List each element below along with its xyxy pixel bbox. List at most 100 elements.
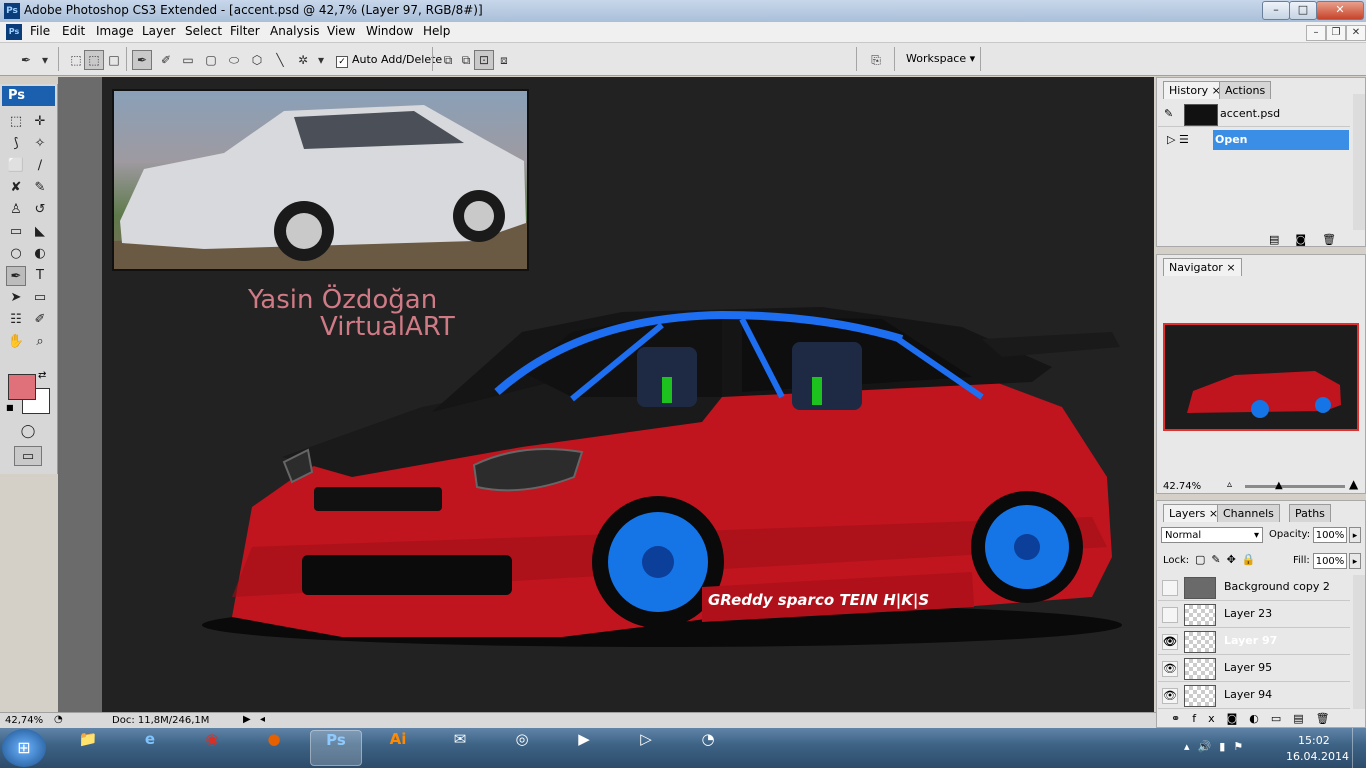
marquee-tool-icon[interactable]: ⬚ — [6, 112, 26, 132]
tab-layers[interactable]: Layers × — [1163, 504, 1225, 522]
layer-row[interactable]: 👁 Layer 95 — [1158, 655, 1350, 682]
shape-layers-icon[interactable]: ⬚ — [66, 50, 86, 70]
fill-pixels-icon[interactable]: □ — [104, 50, 124, 70]
visibility-eye-icon[interactable]: 👁 — [1162, 634, 1178, 650]
history-snapshot[interactable]: ✎ accent.psd — [1158, 102, 1350, 127]
doc-restore-button[interactable]: ❐ — [1326, 25, 1346, 41]
visibility-eye-icon[interactable] — [1162, 607, 1178, 623]
zoom-tool-icon[interactable]: ⌕ — [30, 332, 50, 352]
tab-navigator[interactable]: Navigator × — [1163, 258, 1242, 276]
layers-footer-icons[interactable]: ⚭fx◙◐▭▤🗑 — [1171, 712, 1342, 725]
start-button[interactable]: ⊞ — [2, 729, 46, 767]
quick-mask-icon[interactable]: ◯ — [18, 422, 38, 442]
fill-field[interactable]: 100% — [1313, 553, 1347, 569]
dodge-tool-icon[interactable]: ◐ — [30, 244, 50, 264]
exclude-paths-icon[interactable]: ⧈ — [494, 50, 514, 70]
history-step-open[interactable]: Open — [1213, 130, 1349, 150]
history-footer-icons[interactable]: ▤◙🗑 — [1269, 233, 1352, 246]
menu-analysis[interactable]: Analysis — [270, 24, 319, 38]
brush-tool-icon[interactable]: ✎ — [30, 178, 50, 198]
tab-actions[interactable]: Actions — [1219, 81, 1272, 99]
scroll-left-icon[interactable]: ◂ — [260, 714, 265, 725]
layers-scrollbar[interactable] — [1353, 575, 1365, 709]
auto-add-delete-checkbox[interactable]: ✓ Auto Add/Delete — [336, 53, 442, 68]
path-selection-icon[interactable]: ➤ — [6, 288, 26, 308]
default-colors-icon[interactable]: ■ — [6, 404, 14, 412]
paint-bucket-icon[interactable]: ◣ — [30, 222, 50, 242]
chevron-down-icon[interactable]: ▾ — [314, 50, 328, 70]
menu-window[interactable]: Window — [366, 24, 413, 38]
chevron-down-icon[interactable]: ▾ — [38, 50, 52, 70]
taskbar-explorer-icon[interactable]: 📁 — [62, 730, 114, 766]
lasso-tool-icon[interactable]: ⟆ — [6, 134, 26, 154]
clone-stamp-icon[interactable]: ♙ — [6, 200, 26, 220]
visibility-eye-icon[interactable]: 👁 — [1162, 688, 1178, 704]
clock-date[interactable]: 16.04.2014 — [1286, 750, 1349, 763]
menu-file[interactable]: File — [30, 24, 50, 38]
taskbar-misc-app-icon[interactable]: ◔ — [682, 730, 734, 766]
opacity-field[interactable]: 100% — [1313, 527, 1347, 543]
opacity-arrow-icon[interactable]: ▸ — [1349, 527, 1361, 543]
visibility-eye-icon[interactable] — [1162, 580, 1178, 596]
layer-row[interactable]: Background copy 2 — [1158, 574, 1350, 601]
magic-wand-icon[interactable]: ✧ — [30, 134, 50, 154]
combine-paths-icon[interactable]: ⧉ — [438, 50, 458, 70]
minimize-button[interactable]: – — [1262, 1, 1290, 20]
pen-mode-icon[interactable]: ✒ — [132, 50, 152, 70]
crop-tool-icon[interactable]: ⬜ — [6, 156, 26, 176]
paths-mode-icon[interactable]: ⬚ — [84, 50, 104, 70]
eraser-tool-icon[interactable]: ▭ — [6, 222, 26, 242]
status-arrow-icon[interactable]: ▶ — [243, 714, 251, 725]
taskbar-chrome-icon[interactable]: ◉ — [186, 730, 238, 766]
foreground-color-swatch-top[interactable] — [8, 374, 36, 400]
blur-tool-icon[interactable]: ○ — [6, 244, 26, 264]
zoom-out-icon[interactable]: ▵ — [1227, 479, 1232, 490]
menu-image[interactable]: Image — [96, 24, 134, 38]
taskbar-media-center-icon[interactable]: ▷ — [620, 730, 672, 766]
freeform-pen-icon[interactable]: ✐ — [156, 50, 176, 70]
layer-row[interactable]: 👁 Layer 97 — [1158, 628, 1350, 655]
tool-presets-icon[interactable]: ⎘ — [864, 50, 888, 70]
line-shape-icon[interactable]: ╲ — [270, 50, 290, 70]
taskbar-bittorrent-icon[interactable]: ◎ — [496, 730, 548, 766]
menu-help[interactable]: Help — [423, 24, 450, 38]
taskbar-internet-explorer-icon[interactable]: e — [124, 730, 176, 766]
slice-tool-icon[interactable]: ∕ — [30, 156, 50, 176]
type-tool-icon[interactable]: T — [30, 266, 50, 286]
doc-minimize-button[interactable]: – — [1306, 25, 1326, 41]
zoom-in-icon[interactable]: ▲ — [1349, 477, 1358, 491]
menu-layer[interactable]: Layer — [142, 24, 175, 38]
navigator-zoom-slider[interactable] — [1245, 485, 1345, 488]
snapshot-brush-icon[interactable]: ✎ — [1164, 107, 1173, 120]
workspace-menu[interactable]: Workspace ▾ — [906, 52, 975, 65]
notes-tool-icon[interactable]: ☷ — [6, 310, 26, 330]
maximize-button[interactable]: □ — [1289, 1, 1317, 20]
tab-paths[interactable]: Paths — [1289, 504, 1331, 522]
tray-icons[interactable]: ▴🔊▮⚑ — [1184, 740, 1251, 753]
polygon-shape-icon[interactable]: ⬡ — [247, 50, 267, 70]
doc-close-button[interactable]: ✕ — [1346, 25, 1366, 41]
layer-row[interactable]: 👁 Layer 94 — [1158, 682, 1350, 709]
history-brush-icon[interactable]: ↺ — [30, 200, 50, 220]
intersect-paths-icon[interactable]: ⊡ — [474, 50, 494, 70]
status-menu-icon[interactable]: ◔ — [54, 714, 63, 725]
history-scrollbar[interactable] — [1353, 94, 1365, 230]
move-tool-icon[interactable]: ✛ — [30, 112, 50, 132]
checkbox-check-icon[interactable]: ✓ — [336, 56, 348, 68]
menu-select[interactable]: Select — [185, 24, 222, 38]
shape-tool-icon[interactable]: ▭ — [30, 288, 50, 308]
visibility-eye-icon[interactable]: 👁 — [1162, 661, 1178, 677]
ellipse-shape-icon[interactable]: ⬭ — [224, 50, 244, 70]
taskbar-mail-icon[interactable]: ✉ — [434, 730, 486, 766]
subtract-paths-icon[interactable]: ⧉ — [456, 50, 476, 70]
tab-history[interactable]: History × — [1163, 81, 1227, 99]
taskbar-media-player-icon[interactable]: ▶ — [558, 730, 610, 766]
menu-edit[interactable]: Edit — [62, 24, 85, 38]
swap-colors-icon[interactable]: ⇄ — [38, 370, 46, 381]
screen-mode-icon[interactable]: ▭ — [14, 446, 42, 466]
healing-brush-icon[interactable]: ✘ — [6, 178, 26, 198]
navigator-zoom-field[interactable]: 42.74% — [1163, 481, 1201, 492]
pen-tool-icon[interactable]: ✒ — [6, 266, 26, 286]
blend-mode-select[interactable]: Normal ▾ — [1161, 527, 1263, 543]
zoom-slider-thumb[interactable]: ▲ — [1275, 480, 1283, 491]
